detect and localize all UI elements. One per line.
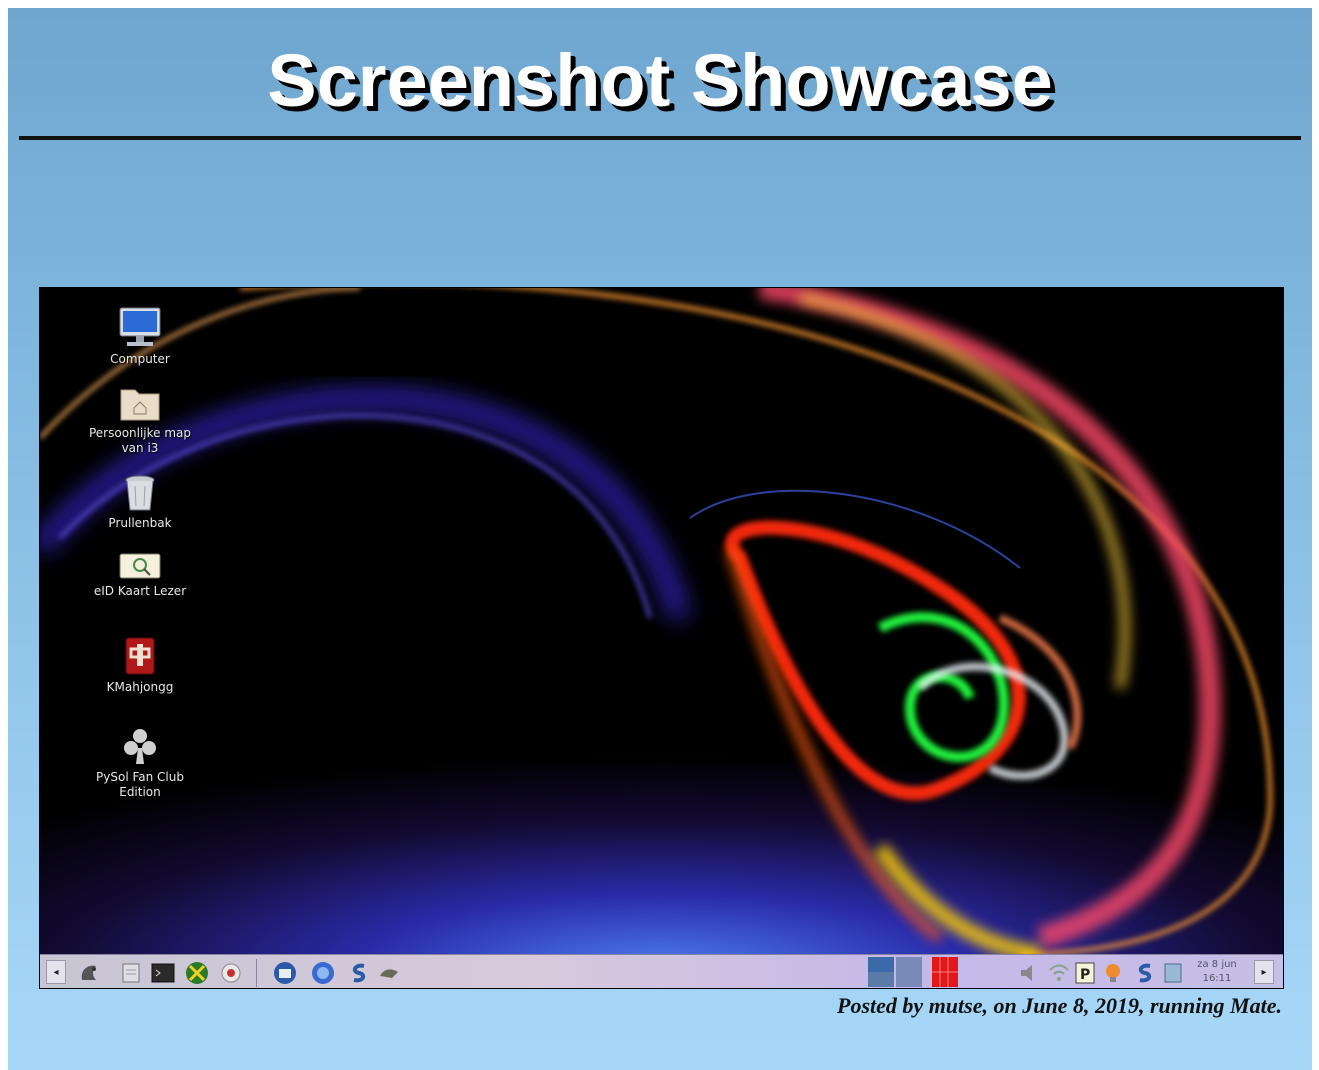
note-icon[interactable] (1160, 960, 1186, 986)
trash-icon (125, 475, 155, 511)
id-card-reader-icon (119, 553, 161, 579)
desktop-wallpaper (40, 288, 1283, 954)
p-icon[interactable]: P (1072, 960, 1098, 986)
files-icon[interactable] (118, 960, 144, 986)
card-club-icon (124, 729, 156, 764)
desktop-screenshot: Computer Persoonlijke map van i3 Prullen… (39, 287, 1284, 989)
desktop-icon-label: eID Kaart Lezer (93, 584, 187, 598)
desktop-icon-eid-reader[interactable]: eID Kaart Lezer (60, 550, 220, 599)
clock-time: 16:11 (1202, 973, 1232, 984)
desktop-icon-label: Prullenbak (108, 516, 172, 530)
settings-icon[interactable] (218, 960, 244, 986)
computer-monitor-icon (119, 307, 161, 346)
clock-date: za 8 jun (1197, 959, 1237, 970)
desktop-icon-label: PySol Fan Club Edition (96, 770, 184, 799)
workspace-2[interactable] (896, 957, 922, 987)
lightbulb-icon[interactable] (1100, 960, 1126, 986)
desktop-icon-computer[interactable]: Computer (60, 306, 220, 367)
desktop-icon-trash[interactable]: Prullenbak (60, 474, 220, 531)
volume-icon[interactable] (1016, 960, 1042, 986)
desktop-icon-home-folder[interactable]: Persoonlijke map van i3 (60, 384, 220, 456)
workspace-3[interactable] (932, 957, 958, 987)
page-title: Screenshot Showcase (267, 39, 1053, 122)
panel-hide-right-button[interactable]: ▸ (1254, 960, 1274, 984)
workspace-1[interactable] (868, 957, 894, 987)
terminal-icon[interactable] (150, 960, 176, 986)
showcase-frame: Screenshot Showcase Computer Persoonlijk… (8, 8, 1312, 1070)
panel-clock[interactable]: za 8 jun 16:11 (1188, 958, 1246, 986)
wifi-icon[interactable] (1046, 960, 1072, 986)
title-divider (19, 136, 1301, 140)
desktop-icon-pysol[interactable]: PySol Fan Club Edition (60, 726, 220, 800)
post-caption: Posted by mutse, on June 8, 2019, runnin… (837, 993, 1282, 1018)
app-s-icon[interactable] (1132, 960, 1158, 986)
mahjongg-tile-icon (125, 637, 155, 675)
desktop-icon-label: KMahjongg (106, 680, 174, 694)
xfburn-icon[interactable] (184, 960, 210, 986)
app-s-icon[interactable] (346, 960, 372, 986)
thunderbird-icon[interactable] (272, 960, 298, 986)
bottom-panel: ◂ P za 8 jun 16:11 ▸ (40, 954, 1283, 988)
desktop-icon-label: Persoonlijke map van i3 (88, 426, 192, 455)
desktop-icon-kmahjongg[interactable]: KMahjongg (60, 636, 220, 695)
mate-menu-icon[interactable] (76, 960, 102, 986)
firefox-icon[interactable] (310, 960, 336, 986)
panel-hide-left-button[interactable]: ◂ (46, 960, 66, 984)
panel-separator (256, 959, 257, 987)
desktop-icon-label: Computer (110, 352, 170, 366)
home-folder-icon (120, 389, 160, 421)
app-bird-icon[interactable] (376, 960, 402, 986)
svg-text:P: P (1080, 967, 1090, 983)
